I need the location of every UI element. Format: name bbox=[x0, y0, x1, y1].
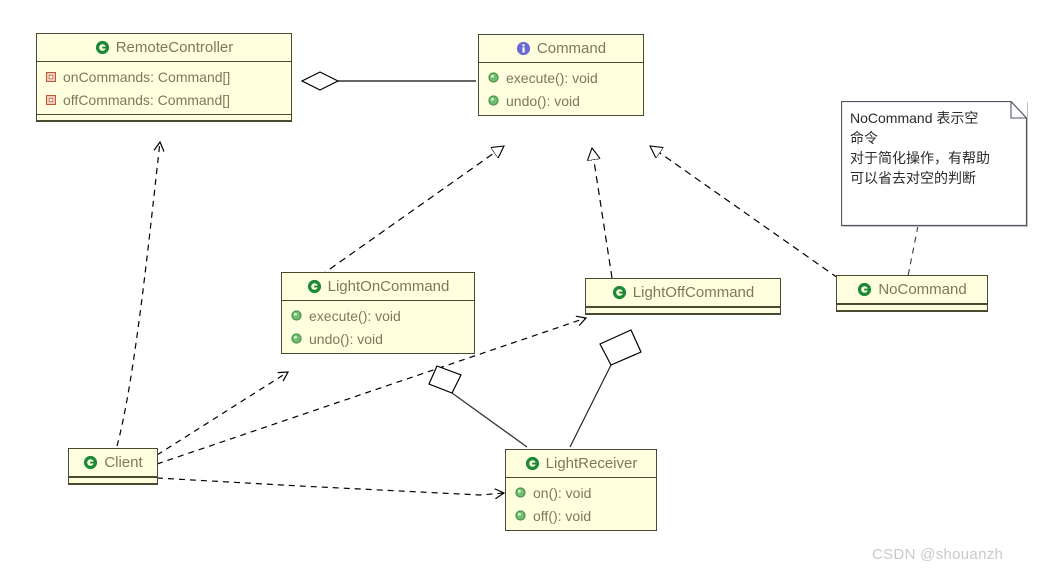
class-footer-rule bbox=[586, 307, 780, 314]
class-header-lightoffcommand: LightOffCommand bbox=[586, 279, 780, 307]
class-box-client[interactable]: Client bbox=[68, 448, 158, 485]
class-icon bbox=[83, 455, 98, 470]
class-member-label: on(): void bbox=[533, 484, 592, 501]
edge-client-lightoncommand bbox=[156, 371, 290, 456]
edge-remotecontroller-command bbox=[300, 71, 476, 91]
method-icon bbox=[488, 95, 499, 106]
method-icon bbox=[291, 310, 302, 321]
edge-lightoffcommand-lightreceiver bbox=[569, 329, 642, 448]
class-header-nocommand: NoCommand bbox=[837, 276, 987, 304]
class-name-label: LightOffCommand bbox=[632, 284, 755, 301]
class-member-row: undo(): void bbox=[479, 89, 643, 112]
edge-lightoncommand-command bbox=[319, 146, 504, 277]
class-member-label: undo(): void bbox=[309, 330, 383, 347]
class-member-label: off(): void bbox=[533, 507, 592, 524]
class-footer-rule bbox=[837, 304, 987, 311]
class-icon bbox=[612, 285, 627, 300]
class-member-row: offCommands: Command[] bbox=[37, 88, 291, 111]
class-box-command[interactable]: Command execute(): void undo(): void bbox=[478, 34, 644, 116]
class-member-label: offCommands: Command[] bbox=[63, 91, 231, 108]
class-box-nocommand[interactable]: NoCommand bbox=[836, 275, 988, 312]
class-member-label: execute(): void bbox=[309, 307, 401, 324]
class-members-command: execute(): void undo(): void bbox=[479, 63, 643, 115]
class-name-label: Client bbox=[104, 454, 143, 471]
class-icon bbox=[857, 282, 872, 297]
edge-nocommand-command bbox=[650, 146, 839, 279]
class-header-client: Client bbox=[69, 449, 157, 477]
class-members-remotecontroller: onCommands: Command[] offCommands: Comma… bbox=[37, 62, 291, 114]
edge-client-remotecontroller bbox=[116, 140, 165, 447]
edge-lightoffcommand-command bbox=[592, 148, 613, 279]
class-box-lightreceiver[interactable]: LightReceiver on(): void off(): void bbox=[505, 449, 657, 531]
class-members-lightoncommand: execute(): void undo(): void bbox=[282, 301, 474, 353]
watermark-text: CSDN @shouanzh bbox=[872, 546, 1004, 563]
class-name-label: LightOnCommand bbox=[327, 278, 450, 295]
field-icon bbox=[46, 71, 56, 82]
note-line: 可以省去对空的判断 bbox=[850, 169, 976, 186]
class-footer-rule bbox=[37, 114, 291, 121]
field-icon bbox=[46, 94, 56, 105]
class-icon bbox=[95, 40, 110, 55]
class-member-row: execute(): void bbox=[282, 304, 474, 327]
class-box-lightoffcommand[interactable]: LightOffCommand bbox=[585, 278, 781, 315]
class-icon bbox=[307, 279, 322, 294]
edge-note-nocommand bbox=[907, 225, 919, 277]
edge-lightoncommand-lightreceiver bbox=[428, 365, 528, 448]
edge-client-lightreceiver bbox=[156, 477, 506, 500]
class-member-row: undo(): void bbox=[282, 327, 474, 350]
note-line: NoCommand 表示空 bbox=[850, 110, 979, 126]
interface-icon bbox=[516, 41, 531, 56]
method-icon bbox=[515, 510, 526, 521]
uml-diagram-canvas: Command --> bbox=[0, 0, 1041, 573]
class-member-row: off(): void bbox=[506, 504, 656, 527]
class-footer-rule bbox=[69, 477, 157, 484]
class-member-label: execute(): void bbox=[506, 69, 598, 86]
class-member-row: on(): void bbox=[506, 481, 656, 504]
class-member-label: undo(): void bbox=[506, 92, 580, 109]
class-box-lightoncommand[interactable]: LightOnCommand execute(): void undo(): v… bbox=[281, 272, 475, 354]
class-member-label: onCommands: Command[] bbox=[63, 68, 231, 85]
class-header-lightreceiver: LightReceiver bbox=[506, 450, 656, 478]
note-box[interactable]: NoCommand 表示空 命令 对于简化操作，有帮助 可以省去对空的判断 bbox=[841, 101, 1027, 226]
class-header-remotecontroller: RemoteController bbox=[37, 34, 291, 62]
method-icon bbox=[515, 487, 526, 498]
note-line: 对于简化操作，有帮助 bbox=[850, 149, 990, 166]
method-icon bbox=[488, 72, 499, 83]
class-members-lightreceiver: on(): void off(): void bbox=[506, 478, 656, 530]
note-line: 命令 bbox=[850, 129, 878, 146]
class-header-command: Command bbox=[479, 35, 643, 63]
class-name-label: Command bbox=[536, 40, 607, 57]
class-header-lightoncommand: LightOnCommand bbox=[282, 273, 474, 301]
class-icon bbox=[525, 456, 540, 471]
class-member-row: onCommands: Command[] bbox=[37, 65, 291, 88]
class-box-remotecontroller[interactable]: RemoteController onCommands: Command[] o… bbox=[36, 33, 292, 122]
class-name-label: LightReceiver bbox=[545, 455, 638, 472]
class-member-row: execute(): void bbox=[479, 66, 643, 89]
class-name-label: NoCommand bbox=[878, 281, 967, 298]
class-name-label: RemoteController bbox=[115, 39, 234, 56]
method-icon bbox=[291, 333, 302, 344]
